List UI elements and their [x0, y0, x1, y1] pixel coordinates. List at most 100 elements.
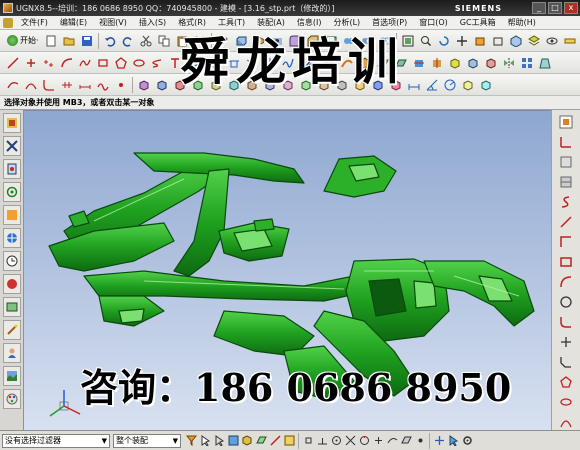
- menu-preferences[interactable]: 首选项(P): [366, 17, 413, 28]
- rectangle-icon[interactable]: [96, 56, 110, 70]
- document-menu-icon[interactable]: [3, 17, 13, 28]
- line-icon[interactable]: [6, 56, 20, 70]
- menu-tools[interactable]: 工具(T): [212, 17, 251, 28]
- conic-sketch-icon[interactable]: [558, 414, 574, 430]
- circle-sketch-icon[interactable]: [558, 294, 574, 310]
- draft-icon[interactable]: [538, 56, 552, 70]
- edge-select-icon[interactable]: [269, 435, 281, 447]
- part-navigator-tab[interactable]: [3, 159, 21, 179]
- quickpick-icon[interactable]: [447, 435, 459, 447]
- type-filter-select[interactable]: 没有选择过滤器 ▼: [2, 433, 110, 448]
- replace-face-icon[interactable]: [155, 78, 169, 92]
- process-studio-tab[interactable]: [3, 297, 21, 317]
- mirror-icon[interactable]: [502, 56, 516, 70]
- fit-view-icon[interactable]: [558, 114, 574, 130]
- roles-tab[interactable]: [3, 343, 21, 363]
- curve-length-icon[interactable]: [78, 78, 92, 92]
- menu-view[interactable]: 视图(V): [93, 17, 133, 28]
- zoom-icon[interactable]: [419, 34, 433, 48]
- body-select-icon[interactable]: [241, 435, 253, 447]
- point-set-icon[interactable]: [42, 56, 56, 70]
- menu-help[interactable]: 帮助(H): [502, 17, 542, 28]
- extract-icon[interactable]: [484, 56, 498, 70]
- dot-point-icon[interactable]: [114, 78, 128, 92]
- undo-icon[interactable]: [103, 34, 117, 48]
- save-icon[interactable]: [80, 34, 94, 48]
- point-sketch-icon[interactable]: [558, 334, 574, 350]
- redo-icon[interactable]: [121, 34, 135, 48]
- rotate-icon[interactable]: [437, 34, 451, 48]
- menu-information[interactable]: 信息(I): [291, 17, 328, 28]
- snap-pole-icon[interactable]: [414, 435, 426, 447]
- fillet-sketch-icon[interactable]: [558, 314, 574, 330]
- system-scenes-tab[interactable]: [3, 366, 21, 386]
- menu-insert[interactable]: 插入(S): [133, 17, 172, 28]
- arc-icon[interactable]: [60, 56, 74, 70]
- minimize-button[interactable]: _: [532, 2, 546, 14]
- snap-existing-point-icon[interactable]: [372, 435, 384, 447]
- layer-icon[interactable]: [527, 34, 541, 48]
- open-icon[interactable]: [62, 34, 76, 48]
- rect-sketch-icon[interactable]: [558, 254, 574, 270]
- maximize-button[interactable]: □: [548, 2, 562, 14]
- shell-face-icon[interactable]: [461, 78, 475, 92]
- ellipse-sketch-icon[interactable]: [558, 394, 574, 410]
- snap-on-face-icon[interactable]: [400, 435, 412, 447]
- palette-tab[interactable]: [3, 389, 21, 409]
- trim-body-icon[interactable]: [412, 56, 426, 70]
- menu-format[interactable]: 格式(R): [172, 17, 212, 28]
- history-tab[interactable]: [3, 251, 21, 271]
- menu-edit[interactable]: 编辑(E): [54, 17, 93, 28]
- polygon-sketch-icon[interactable]: [558, 374, 574, 390]
- feature-select-icon[interactable]: [227, 435, 239, 447]
- select-all-icon[interactable]: [199, 435, 211, 447]
- group-face-icon[interactable]: [479, 78, 493, 92]
- s-curve-icon[interactable]: [558, 194, 574, 210]
- snap-center-icon[interactable]: [330, 435, 342, 447]
- edit-arc-icon[interactable]: [24, 78, 38, 92]
- start-button[interactable]: 开始·: [4, 35, 42, 46]
- iso-view-icon[interactable]: [509, 34, 523, 48]
- cut-icon[interactable]: [139, 34, 153, 48]
- wireframe-icon[interactable]: [491, 34, 505, 48]
- fillet-curve-icon[interactable]: [42, 78, 56, 92]
- constraint-navigator-tab[interactable]: [3, 136, 21, 156]
- snap-endpoint-icon[interactable]: [302, 435, 314, 447]
- settings-icon[interactable]: [461, 435, 473, 447]
- profile-icon[interactable]: [558, 234, 574, 250]
- system-materials-tab[interactable]: [3, 274, 21, 294]
- layer-settings-icon[interactable]: [558, 174, 574, 190]
- arc-sketch-icon[interactable]: [558, 274, 574, 290]
- menu-analysis[interactable]: 分析(L): [327, 17, 366, 28]
- copy-icon[interactable]: [157, 34, 171, 48]
- orient-view-icon[interactable]: [558, 154, 574, 170]
- corner-line-icon[interactable]: [558, 214, 574, 230]
- menu-file[interactable]: 文件(F): [15, 17, 54, 28]
- nx-app-icon[interactable]: [3, 3, 13, 13]
- chamfer-sketch-icon[interactable]: [558, 354, 574, 370]
- ellipse-icon[interactable]: [132, 56, 146, 70]
- divide-curve-icon[interactable]: [60, 78, 74, 92]
- deselect-all-icon[interactable]: [213, 435, 225, 447]
- component-select-icon[interactable]: [283, 435, 295, 447]
- menu-gc-toolkits[interactable]: GC工具箱: [454, 17, 502, 28]
- pattern-icon[interactable]: [520, 56, 534, 70]
- angular-dimension-icon[interactable]: [425, 78, 439, 92]
- menu-assemblies[interactable]: 装配(A): [251, 17, 291, 28]
- web-browser-tab[interactable]: [3, 228, 21, 248]
- point-dialog-icon[interactable]: [433, 435, 445, 447]
- measure-icon[interactable]: [563, 34, 577, 48]
- assembly-navigator-tab[interactable]: [3, 113, 21, 133]
- radial-dimension-icon[interactable]: [443, 78, 457, 92]
- helix-icon[interactable]: [150, 56, 164, 70]
- point-icon[interactable]: [24, 56, 38, 70]
- synchronous-move-icon[interactable]: [137, 78, 151, 92]
- edit-curve-icon[interactable]: [6, 78, 20, 92]
- close-button[interactable]: x: [564, 2, 578, 14]
- show-hide-icon[interactable]: [545, 34, 559, 48]
- menu-window[interactable]: 窗口(O): [413, 17, 454, 28]
- pan-icon[interactable]: [455, 34, 469, 48]
- offset-face-icon[interactable]: [448, 56, 462, 70]
- polygon-icon[interactable]: [114, 56, 128, 70]
- shaded-icon[interactable]: [473, 34, 487, 48]
